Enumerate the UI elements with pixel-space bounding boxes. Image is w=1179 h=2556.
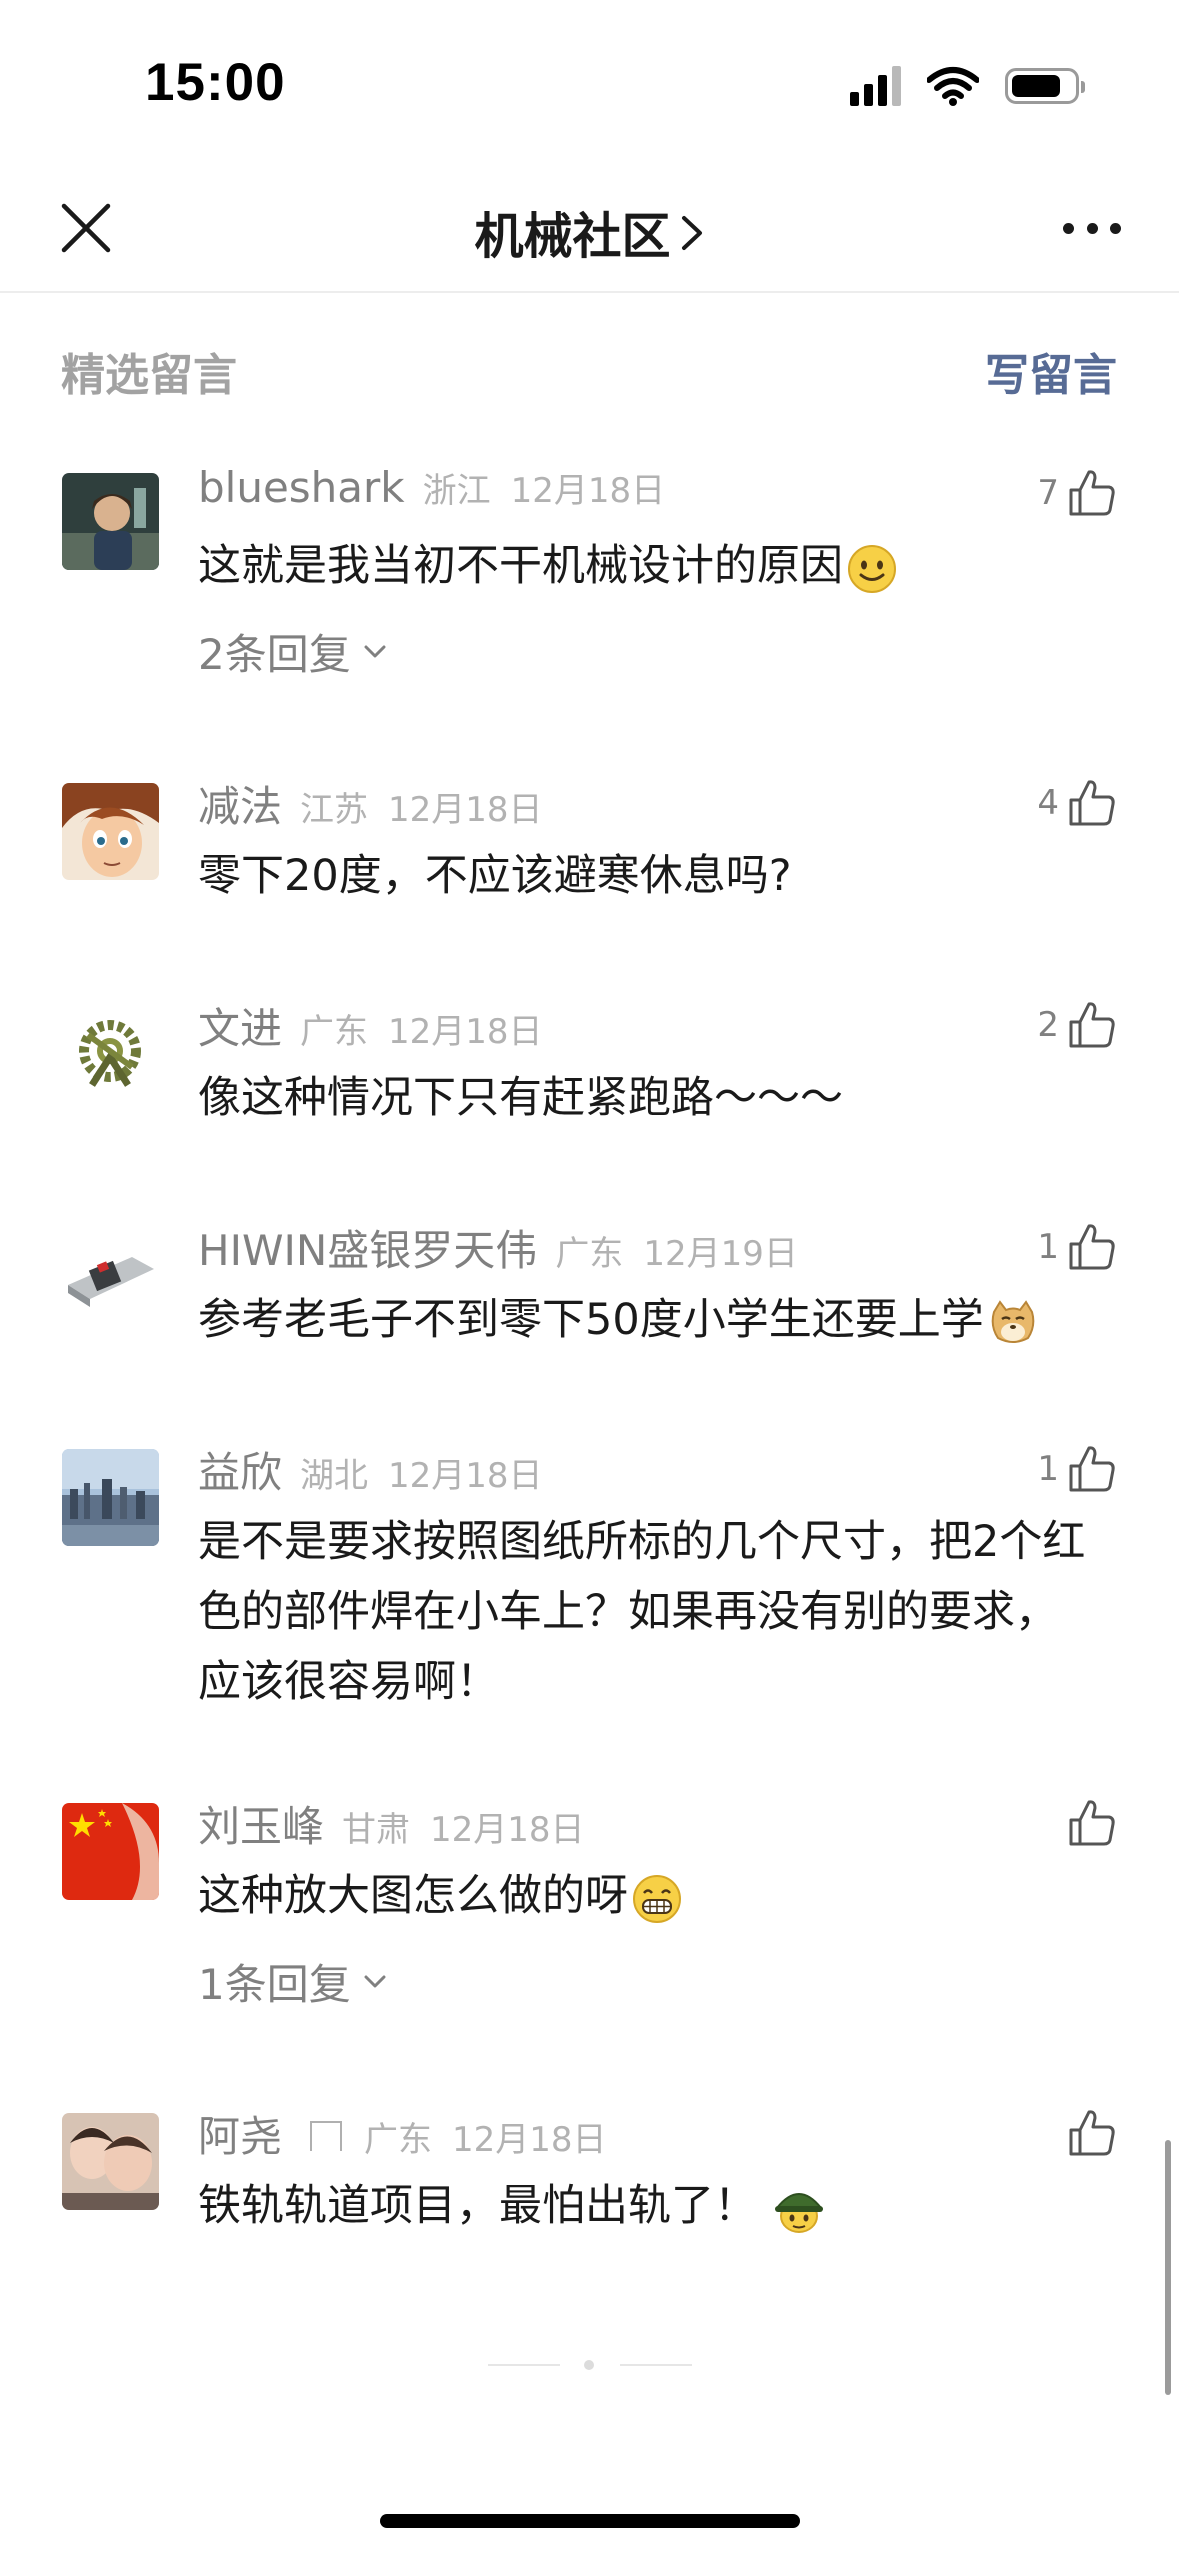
thumbs-up-icon [1069,470,1115,516]
comment-date: 12月18日 [430,1810,585,1850]
battery-icon [1005,68,1085,104]
chevron-right-icon [681,215,702,250]
comment-content: 这种放大图怎么做的呀 [198,1861,1089,1931]
comment-text: 是不是要求按照图纸所标的几个尺寸，把2个红色的部件焊在小车上？如果再没有别的要求… [198,1517,1086,1707]
comment-nickname[interactable]: 阿尧 [198,2103,282,2164]
comment-nickname[interactable]: 益欣 [198,1439,282,1500]
screen: 15:00 机械社区 精选留言 写留言 blueshark 浙江 12月18日 … [0,0,1179,2556]
comment-meta: 益欣 湖北 12月18日 [198,1439,543,1499]
comment-nickname[interactable]: 文进 [198,995,282,1056]
comment-text: 参考老毛子不到零下50度小学生还要上学 [198,1295,984,1345]
end-of-list-indicator [0,2358,1179,2372]
like-button[interactable]: 1 [1037,1441,1117,1497]
like-count: 7 [1037,473,1059,513]
avatar[interactable] [62,473,159,570]
avatar[interactable] [62,1227,159,1324]
nav-bar: 机械社区 [0,175,1179,293]
avatar[interactable] [62,2113,159,2210]
like-count: 1 [1037,1227,1059,1267]
like-button[interactable]: 7 [1037,465,1117,521]
more-icon[interactable] [1063,213,1121,243]
scrollbar[interactable] [1165,2140,1171,2395]
thumbs-up-icon [1069,780,1115,826]
avatar[interactable] [62,783,159,880]
home-indicator[interactable] [380,2514,800,2528]
grin-emoji [633,1874,681,1923]
reply-toggle[interactable]: 1条回复 [198,1951,387,2012]
comment-nickname[interactable]: HIWIN盛银罗天伟 [198,1217,537,1278]
reply-count[interactable]: 2条回复 [198,621,351,682]
comment-region: 广东 [555,1234,624,1274]
comment-region: 浙江 [422,471,491,511]
reply-toggle[interactable]: 2条回复 [198,621,387,682]
like-button[interactable]: 4 [1037,775,1117,831]
like-count: 1 [1037,1449,1059,1489]
comment-content: 像这种情况下只有赶紧跑路～～～ [198,1063,1089,1133]
like-button[interactable] [1059,1795,1117,1851]
comment-meta: blueshark 浙江 12月18日 [198,463,665,523]
like-button[interactable] [1059,2105,1117,2161]
comment-meta: HIWIN盛银罗天伟 广东 12月19日 [198,1217,798,1277]
comment-date: 12月19日 [643,1234,798,1274]
comment-meta: 刘玉峰 甘肃 12月18日 [198,1793,585,1853]
comment-text: 像这种情况下只有赶紧跑路～～～ [198,1073,843,1123]
comment-date: 12月18日 [510,471,666,511]
comment-date: 12月18日 [388,1456,543,1496]
avatar[interactable] [62,1449,159,1546]
comment-region: 湖北 [300,1456,369,1496]
section-title: 精选留言 [61,350,237,401]
thumbs-up-icon [1069,1002,1115,1048]
avatar[interactable] [62,1803,159,1900]
chevron-down-icon [364,645,386,657]
like-count: 2 [1037,1005,1059,1045]
section-header: 精选留言 写留言 [0,293,1179,433]
comment-content: 这就是我当初不干机械设计的原因 [198,531,1089,601]
cellular-signal-icon [850,66,901,106]
comment-region: 江苏 [300,790,369,830]
comment-region: 甘肃 [342,1810,411,1850]
avatar[interactable] [62,1005,159,1102]
like-count: 4 [1037,783,1059,823]
nav-title[interactable]: 机械社区 [474,208,670,265]
comment-date: 12月18日 [388,1012,543,1052]
comment-meta: 减法 江苏 12月18日 [198,773,543,833]
comment-meta: 文进 广东 12月18日 [198,995,543,1055]
comment-content: 零下20度，不应该避寒休息吗? [198,841,1089,911]
wifi-icon [927,67,979,106]
like-button[interactable]: 2 [1037,997,1117,1053]
comment-nickname[interactable]: blueshark [198,463,405,512]
reply-count[interactable]: 1条回复 [198,1951,351,2012]
chevron-down-icon [364,1975,386,1987]
thumbs-up-icon [1069,1224,1115,1270]
comment-text: 铁轨轨道项目，最怕出轨了！ [198,2181,757,2231]
comment-region: 广东 [364,2120,433,2160]
comment-content: 铁轨轨道项目，最怕出轨了！ [198,2171,1089,2241]
nav-title-group[interactable]: 机械社区 [0,197,1179,268]
thumbs-up-icon [1069,2110,1115,2156]
thumbs-up-icon [1069,1446,1115,1492]
comment-text: 零下20度，不应该避寒休息吗? [198,851,792,901]
comment-nickname[interactable]: 减法 [198,773,282,834]
comment-meta: 阿尧 广东 12月18日 [198,2103,607,2163]
comment-region: 广东 [300,1012,369,1052]
comment-date: 12月18日 [388,790,543,830]
status-bar: 15:00 [0,0,1179,175]
smile-emoji [848,544,896,593]
soldier-emoji [774,2192,824,2233]
doge-emoji [991,1299,1035,1343]
comment-nickname[interactable]: 刘玉峰 [198,1793,324,1854]
comment-content: 是不是要求按照图纸所标的几个尺寸，把2个红色的部件焊在小车上？如果再没有别的要求… [198,1507,1089,1717]
like-button[interactable]: 1 [1037,1219,1117,1275]
write-comment-button[interactable]: 写留言 [985,339,1117,403]
status-icons [850,62,1085,110]
thumbs-up-icon [1069,1800,1115,1846]
status-time: 15:00 [145,53,286,112]
comment-content: 参考老毛子不到零下50度小学生还要上学 [198,1285,1089,1355]
comment-date: 12月18日 [452,2120,607,2160]
missing-glyph-box [310,2121,343,2151]
comment-text: 这种放大图怎么做的呀 [198,1871,628,1921]
comment-text: 这就是我当初不干机械设计的原因 [198,541,843,591]
